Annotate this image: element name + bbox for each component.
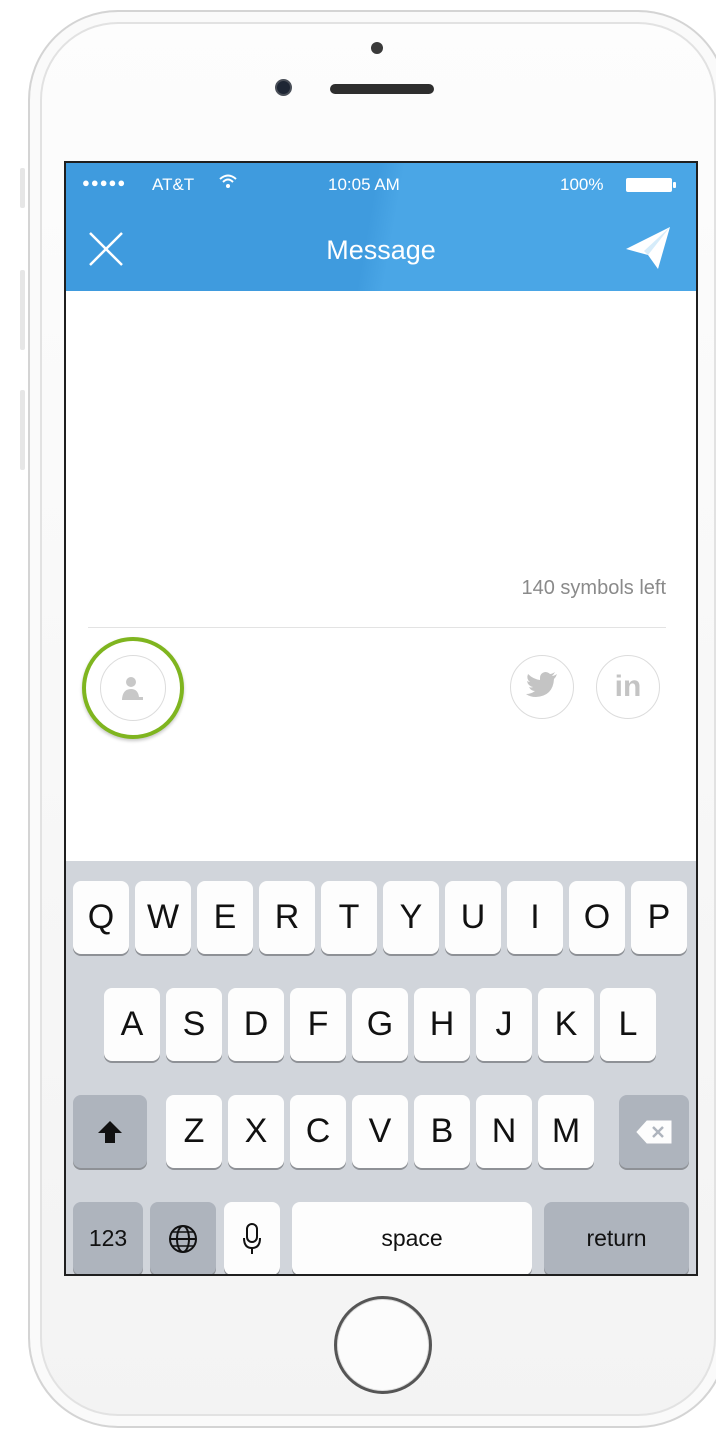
side-edge-bar: [20, 390, 25, 470]
key-k[interactable]: K: [538, 988, 594, 1061]
add-contact-button[interactable]: [82, 637, 184, 739]
backspace-key[interactable]: [619, 1095, 689, 1168]
key-a[interactable]: A: [104, 988, 160, 1061]
globe-icon: [169, 1224, 197, 1253]
key-f[interactable]: F: [290, 988, 346, 1061]
linkedin-share-button[interactable]: in: [596, 655, 660, 719]
key-w[interactable]: W: [135, 881, 191, 954]
key-m[interactable]: M: [538, 1095, 594, 1168]
key-v[interactable]: V: [352, 1095, 408, 1168]
twitter-share-button[interactable]: [510, 655, 574, 719]
battery-percent: 100%: [560, 175, 604, 194]
keyboard-row-1: Q W E R T Y U I O P: [66, 881, 696, 954]
character-counter: 140 symbols left: [521, 577, 666, 599]
key-p[interactable]: P: [631, 881, 687, 954]
keyboard-row-3: Z X C V B N M: [66, 1095, 696, 1168]
status-time: 10:05 AM: [328, 175, 400, 194]
key-n[interactable]: N: [476, 1095, 532, 1168]
return-key[interactable]: return: [544, 1202, 689, 1274]
key-r[interactable]: R: [259, 881, 315, 954]
space-key[interactable]: space: [292, 1202, 532, 1274]
key-c[interactable]: C: [290, 1095, 346, 1168]
key-j[interactable]: J: [476, 988, 532, 1061]
key-b[interactable]: B: [414, 1095, 470, 1168]
signal-strength: ●●●●●: [82, 175, 127, 190]
key-s[interactable]: S: [166, 988, 222, 1061]
backspace-icon: [636, 1120, 672, 1143]
shift-key[interactable]: [73, 1095, 147, 1168]
key-i[interactable]: I: [507, 881, 563, 954]
keyboard-row-4: 123 space return: [66, 1202, 696, 1274]
twitter-icon: [526, 671, 558, 704]
key-e[interactable]: E: [197, 881, 253, 954]
key-q[interactable]: Q: [73, 881, 129, 954]
key-y[interactable]: Y: [383, 881, 439, 954]
send-icon[interactable]: [622, 223, 674, 273]
keyboard: Q W E R T Y U I O P A S D F G H J K L Z …: [66, 861, 696, 1274]
side-edge-bar: [20, 168, 25, 208]
key-h[interactable]: H: [414, 988, 470, 1061]
microphone-icon: [243, 1222, 261, 1254]
microphone-key[interactable]: [224, 1202, 280, 1274]
app-header: ●●●●● AT&T 10:05 AM 100% Message: [66, 163, 696, 291]
earpiece-speaker: [330, 84, 434, 94]
phone-screen: ●●●●● AT&T 10:05 AM 100% Message 140 sym…: [64, 161, 698, 1276]
key-x[interactable]: X: [228, 1095, 284, 1168]
key-u[interactable]: U: [445, 881, 501, 954]
side-edge: [0, 110, 26, 510]
divider: [88, 627, 666, 628]
linkedin-icon: in: [614, 670, 642, 703]
key-g[interactable]: G: [352, 988, 408, 1061]
front-camera: [275, 79, 292, 96]
keyboard-row-2: A S D F G H J K L: [66, 988, 696, 1061]
battery-icon: [626, 178, 676, 192]
home-button[interactable]: [334, 1296, 432, 1394]
key-l[interactable]: L: [600, 988, 656, 1061]
globe-key[interactable]: [150, 1202, 216, 1274]
side-edge-bar: [20, 270, 25, 350]
status-bar: ●●●●● AT&T 10:05 AM 100%: [66, 173, 696, 199]
key-o[interactable]: O: [569, 881, 625, 954]
person-icon: [100, 655, 166, 721]
shift-icon: [98, 1120, 122, 1143]
proximity-sensor: [371, 42, 383, 54]
key-t[interactable]: T: [321, 881, 377, 954]
page-title: Message: [326, 235, 436, 265]
key-d[interactable]: D: [228, 988, 284, 1061]
numbers-key[interactable]: 123: [73, 1202, 143, 1274]
carrier-name: AT&T: [152, 175, 195, 194]
wifi-icon: [218, 173, 238, 194]
key-z[interactable]: Z: [166, 1095, 222, 1168]
